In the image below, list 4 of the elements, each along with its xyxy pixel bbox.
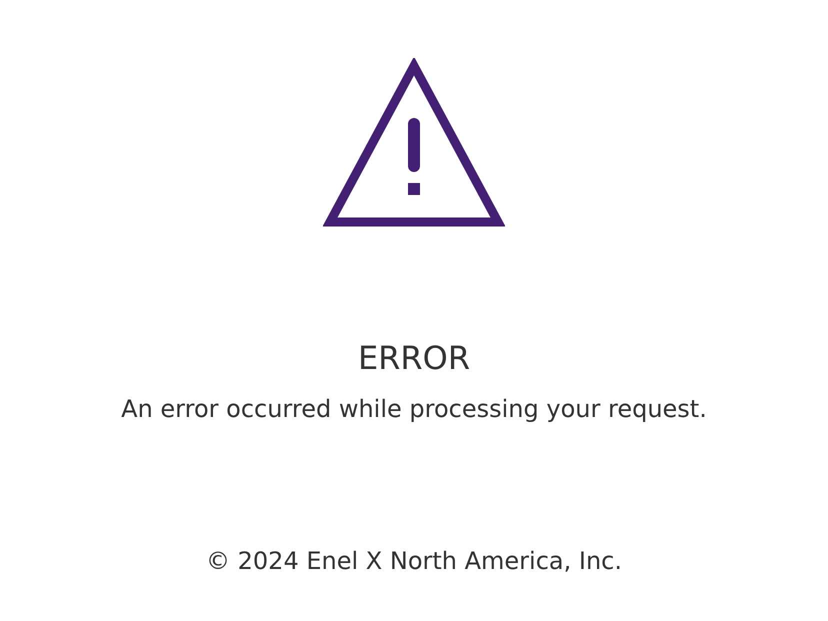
error-title: ERROR xyxy=(358,338,470,378)
error-message: An error occurred while processing your request. xyxy=(121,394,707,424)
warning-icon xyxy=(323,58,505,228)
copyright-text: © 2024 Enel X North America, Inc. xyxy=(206,546,622,576)
